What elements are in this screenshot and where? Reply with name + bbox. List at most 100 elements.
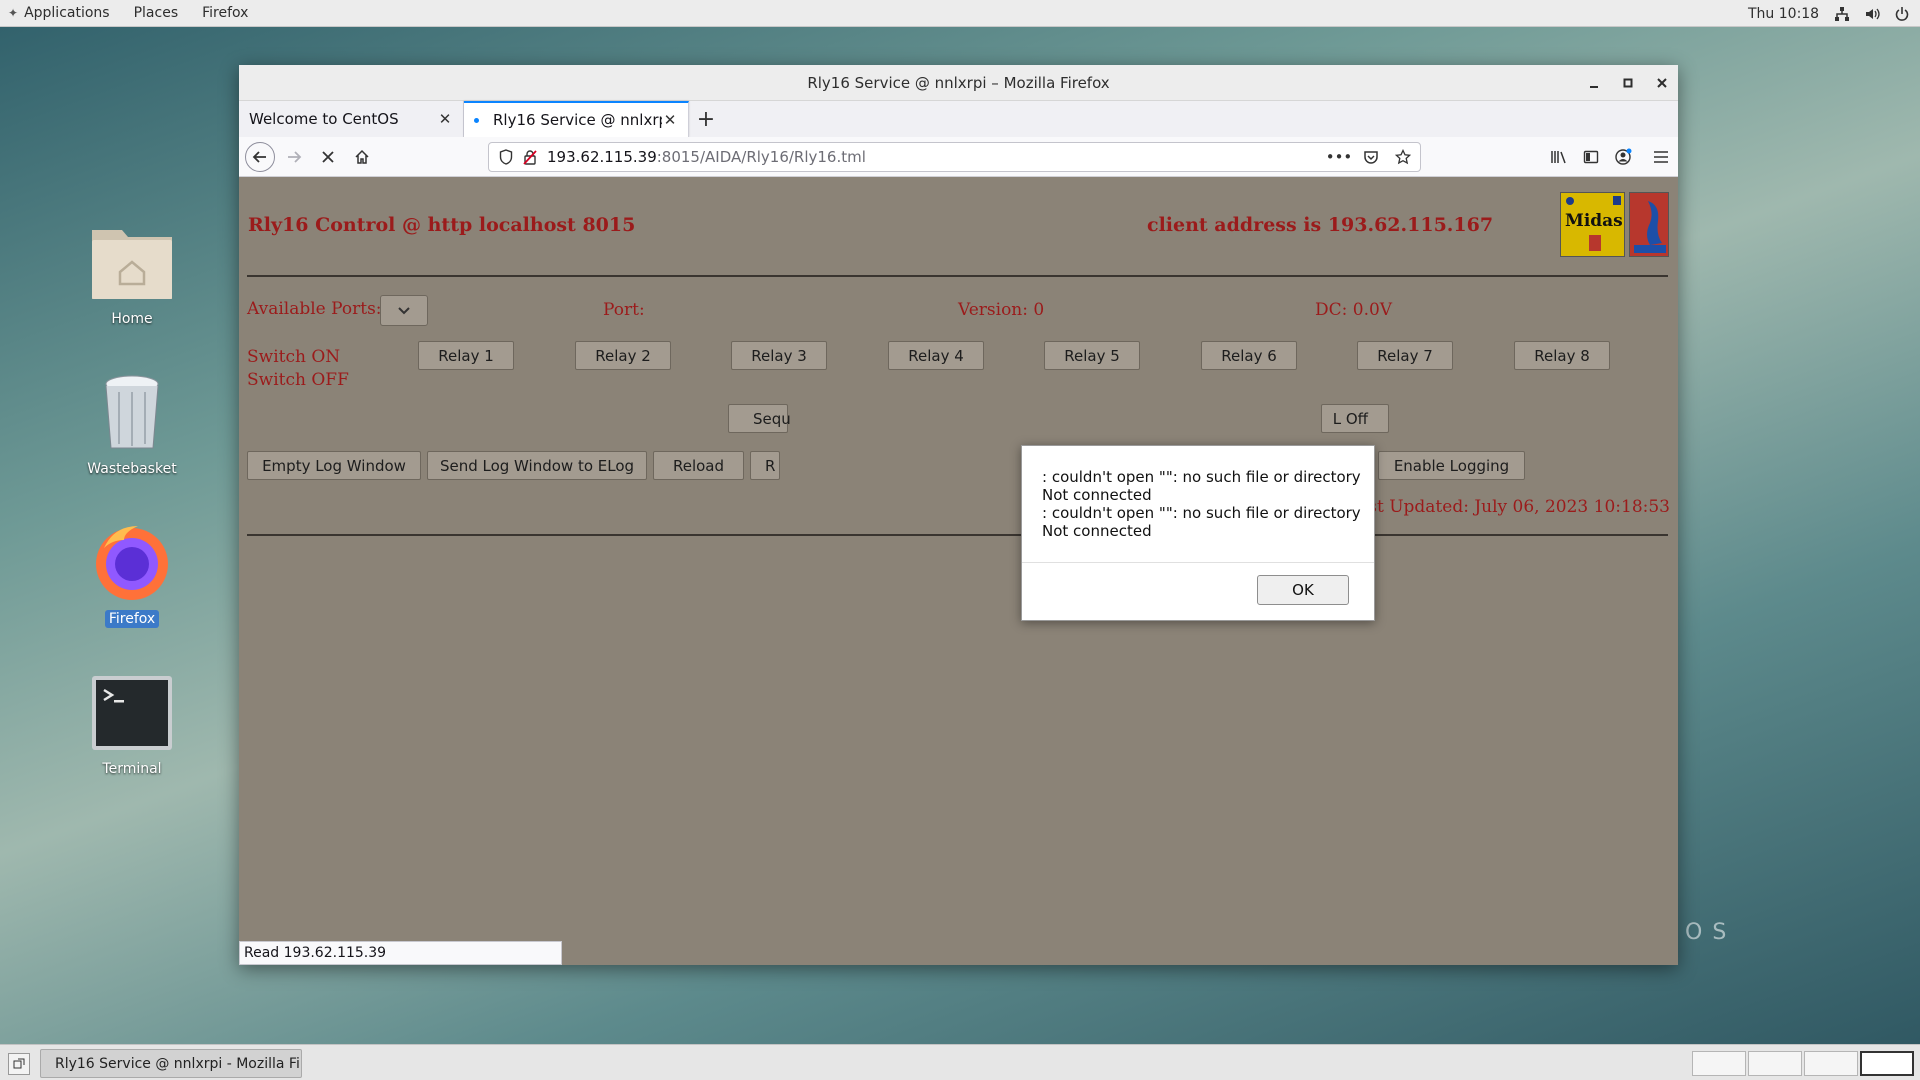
forward-button[interactable] [279, 142, 309, 172]
volume-icon [1864, 6, 1880, 22]
minimize-button[interactable] [1586, 75, 1602, 91]
hamburger-menu-icon[interactable] [1652, 148, 1670, 166]
show-desktop-icon [13, 1058, 25, 1069]
centos-watermark: OS [1685, 920, 1737, 945]
folder-home-icon [90, 220, 174, 304]
desktop-icon-label: Home [111, 311, 153, 327]
relay-7-button[interactable]: Relay 7 [1357, 341, 1453, 370]
tab-rly16-service[interactable]: Rly16 Service @ nnlxrpi ✕ [464, 101, 689, 137]
applications-icon: ✦ [8, 6, 19, 20]
tcl-powered-logo [1629, 192, 1669, 257]
relay-6-button[interactable]: Relay 6 [1201, 341, 1297, 370]
midas-logo: Midas [1560, 192, 1625, 257]
send-log-to-elog-button[interactable]: Send Log Window to ELog [427, 451, 647, 480]
close-button[interactable] [1654, 75, 1670, 91]
divider-bottom [247, 534, 1668, 536]
desktop-icon-wastebasket[interactable]: Wastebasket [80, 370, 184, 478]
bookmark-star-icon[interactable] [1394, 148, 1412, 166]
available-ports-label: Available Ports: [247, 299, 382, 319]
maximize-button[interactable] [1620, 75, 1636, 91]
relay-2-button[interactable]: Relay 2 [575, 341, 671, 370]
shield-icon[interactable] [497, 148, 515, 166]
chevron-down-icon [398, 306, 410, 314]
dialog-divider [1022, 562, 1374, 563]
taskbar: Rly16 Service @ nnlxrpi - Mozilla Fir... [0, 1044, 1920, 1080]
back-button[interactable] [245, 141, 275, 172]
top-panel: ✦ Applications Places Firefox Thu 10:18 [0, 0, 1920, 27]
desktop-icon-terminal[interactable]: Terminal [80, 670, 184, 778]
taskbar-item-firefox[interactable]: Rly16 Service @ nnlxrpi - Mozilla Fir... [40, 1049, 302, 1078]
applications-menu[interactable]: ✦ Applications [0, 0, 122, 27]
tab-close-icon[interactable]: ✕ [437, 110, 453, 128]
window-title: Rly16 Service @ nnlxrpi – Mozilla Firefo… [807, 73, 1110, 92]
tab-title: Welcome to CentOS [249, 110, 399, 128]
loading-indicator-icon [474, 117, 479, 123]
places-menu[interactable]: Places [122, 0, 191, 27]
workspace-4[interactable] [1860, 1051, 1914, 1076]
account-icon[interactable] [1614, 148, 1632, 166]
logos: Midas [1560, 192, 1669, 257]
power-icon [1894, 6, 1910, 22]
new-tab-button[interactable]: + [689, 101, 723, 137]
relay-3-button[interactable]: Relay 3 [731, 341, 827, 370]
desktop-icon-label: Firefox [104, 610, 160, 628]
version-label: Version: 0 [958, 300, 1045, 320]
workspace-2[interactable] [1748, 1051, 1802, 1076]
dc-label: DC: 0.0V [1315, 300, 1393, 320]
alert-dialog: : couldn't open "": no such file or dire… [1021, 445, 1375, 621]
relay-5-button[interactable]: Relay 5 [1044, 341, 1140, 370]
url-path: :8015/AIDA/Rly16/Rly16.tml [656, 148, 866, 166]
enable-logging-button[interactable]: Enable Logging [1378, 451, 1525, 480]
taskbar-item-label: Rly16 Service @ nnlxrpi - Mozilla Fir... [55, 1055, 302, 1072]
ok-button[interactable]: OK [1257, 575, 1349, 605]
ports-dropdown[interactable] [380, 295, 428, 326]
url-bar[interactable]: 193.62.115.39:8015/AIDA/Rly16/Rly16.tml … [488, 142, 1421, 172]
svg-text:Midas: Midas [1565, 211, 1623, 231]
stop-button[interactable] [313, 142, 343, 172]
trash-icon [90, 370, 174, 454]
system-status-area[interactable] [1834, 0, 1910, 27]
partial-button-left[interactable]: R [750, 451, 780, 480]
workspace-switcher [1692, 1051, 1914, 1076]
tab-bar: Welcome to CentOS ✕ Rly16 Service @ nnlx… [239, 101, 1678, 137]
home-button[interactable] [347, 142, 377, 172]
sequence-button[interactable]: Sequ [728, 404, 791, 433]
url-host: 193.62.115.39 [547, 148, 657, 166]
desktop-icon-label: Wastebasket [87, 461, 177, 477]
firefox-menu[interactable]: Firefox [190, 0, 260, 27]
terminal-icon [90, 670, 174, 754]
firefox-icon [90, 520, 174, 604]
tab-welcome-centos[interactable]: Welcome to CentOS ✕ [239, 101, 464, 137]
tab-title: Rly16 Service @ nnlxrpi [493, 111, 662, 129]
page-actions-icon[interactable]: ••• [1326, 148, 1353, 166]
tab-close-icon[interactable]: ✕ [662, 111, 678, 129]
pocket-icon[interactable] [1362, 148, 1380, 166]
client-address: client address is 193.62.115.167 [1147, 214, 1494, 236]
firefox-window: Rly16 Service @ nnlxrpi – Mozilla Firefo… [239, 65, 1678, 965]
insecure-lock-icon[interactable] [521, 148, 539, 166]
divider-top [247, 275, 1668, 277]
all-off-button[interactable]: L Off [1321, 404, 1389, 433]
reload-button[interactable]: Reload [653, 451, 744, 480]
page-content: Rly16 Control @ http localhost 8015 clie… [239, 177, 1678, 965]
library-icon[interactable] [1550, 148, 1568, 166]
port-label: Port: [603, 300, 645, 320]
sidebar-icon[interactable] [1582, 148, 1600, 166]
clock[interactable]: Thu 10:18 [1748, 0, 1819, 27]
workspace-3[interactable] [1804, 1051, 1858, 1076]
workspace-1[interactable] [1692, 1051, 1746, 1076]
empty-log-window-button[interactable]: Empty Log Window [247, 451, 421, 480]
relay-1-button[interactable]: Relay 1 [418, 341, 514, 370]
dialog-message: : couldn't open "": no such file or dire… [1042, 468, 1361, 540]
last-updated: Last Updated: July 06, 2023 10:18:53 [1346, 497, 1670, 517]
status-bar: Read 193.62.115.39 [239, 941, 562, 965]
window-titlebar[interactable]: Rly16 Service @ nnlxrpi – Mozilla Firefo… [239, 65, 1678, 101]
desktop-icon-label: Terminal [102, 761, 162, 777]
applications-label: Applications [24, 5, 110, 21]
relay-4-button[interactable]: Relay 4 [888, 341, 984, 370]
desktop-icon-home[interactable]: Home [80, 220, 184, 328]
switch-on-label: Switch ON [247, 347, 341, 367]
desktop-icon-firefox[interactable]: Firefox [80, 520, 184, 628]
relay-8-button[interactable]: Relay 8 [1514, 341, 1610, 370]
show-desktop-button[interactable] [8, 1053, 30, 1075]
